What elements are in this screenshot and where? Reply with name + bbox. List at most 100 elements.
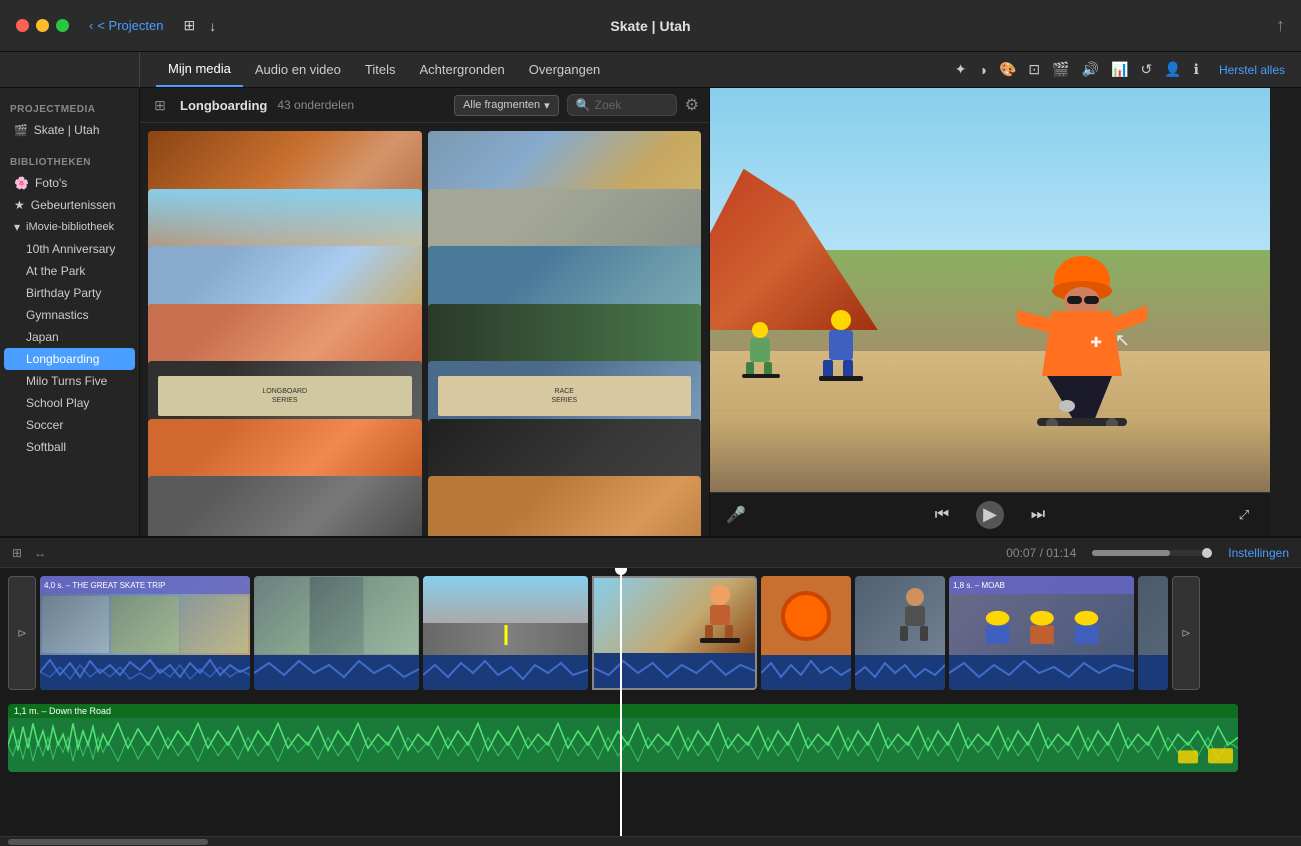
video-clip-partial[interactable]: [1138, 576, 1168, 690]
sidebar-item-school[interactable]: School Play: [4, 392, 135, 414]
crop-icon[interactable]: ⊡: [1028, 61, 1040, 78]
close-button[interactable]: [16, 19, 29, 32]
sidebar-item-10th[interactable]: 10th Anniversary: [4, 238, 135, 260]
color-correction-icon[interactable]: 🎨: [999, 61, 1016, 78]
info-icon[interactable]: ℹ: [1194, 61, 1199, 78]
timeline-settings-button[interactable]: Instellingen: [1228, 546, 1289, 560]
timeline-area: ⊞ ↔ 00:07 / 01:14 Instellingen ⊳ 4,0 s. …: [0, 536, 1301, 846]
tab-mijn-media[interactable]: Mijn media: [156, 52, 243, 87]
sidebar-item-gymnastics[interactable]: Gymnastics: [4, 304, 135, 326]
video-clip-5[interactable]: [761, 576, 851, 690]
audio-clip[interactable]: 1,1 m. – Down the Road: [8, 704, 1238, 772]
play-button[interactable]: ▶: [976, 501, 1004, 529]
sidebar-item-softball[interactable]: Softball: [4, 436, 135, 458]
traffic-lights: [16, 19, 69, 32]
preview-tools: ✦ ◑ 🎨 ⊡ 🎬 🔊 📊 ↺ 👤 ℹ Herstel alles: [939, 61, 1301, 78]
video-clip-7[interactable]: 1,8 s. – MOAB: [949, 576, 1134, 690]
video-track: ⊳ 4,0 s. – THE GREAT SKATE TRIP: [0, 568, 1301, 698]
sidebar-item-milo[interactable]: Milo Turns Five: [4, 370, 135, 392]
audio-clip-header: 1,1 m. – Down the Road: [8, 704, 1238, 718]
back-chevron-icon: ‹: [89, 18, 93, 33]
media-browser-controls: Alle fragmenten ▾ 🔍 Zoek ⚙: [454, 94, 699, 116]
minimize-button[interactable]: [36, 19, 49, 32]
settings-icon[interactable]: ⚙: [685, 95, 699, 115]
back-button[interactable]: ‹ < Projecten: [89, 18, 163, 33]
timeline-scrollbar[interactable]: [0, 836, 1301, 846]
sidebar-item-soccer[interactable]: Soccer: [4, 414, 135, 436]
tab-titels[interactable]: Titels: [353, 52, 408, 87]
sidebar-item-japan[interactable]: Japan: [4, 326, 135, 348]
project-media-header: PROJECTMEDIA: [0, 96, 139, 119]
filter-chevron-icon: ▾: [544, 99, 550, 112]
sidebar-item-fotos[interactable]: 🌸 Foto's: [4, 172, 135, 194]
media-browser: ⊞ Longboarding 43 onderdelen Alle fragme…: [140, 88, 710, 536]
video-clip-2[interactable]: [254, 576, 419, 690]
sidebar-item-imovie[interactable]: ▾ iMovie-bibliotheek: [4, 216, 135, 238]
stabilization-icon[interactable]: 🎬: [1052, 61, 1069, 78]
preview-video: ↖ ✚: [710, 88, 1270, 492]
track-end-button[interactable]: ⊳: [1172, 576, 1200, 690]
forward-button[interactable]: ⏭: [1024, 501, 1052, 529]
main-content: PROJECTMEDIA 🎬 Skate | Utah BIBLIOTHEKEN…: [0, 88, 1301, 536]
trim-cursor: ✚: [1090, 334, 1102, 351]
fotos-icon: 🌸: [14, 176, 29, 190]
timeline-tracks: ⊳ 4,0 s. – THE GREAT SKATE TRIP: [0, 568, 1301, 836]
imovie-chevron-icon: ▾: [14, 220, 20, 234]
titlebar-tools: ⊞ ↓: [183, 17, 216, 34]
media-browser-count: 43 onderdelen: [277, 98, 354, 112]
sidebar-item-park[interactable]: At the Park: [4, 260, 135, 282]
video-preview-bg: ↖ ✚: [710, 88, 1270, 492]
color-balance-icon[interactable]: ◑: [979, 62, 987, 78]
fullscreen-button[interactable]: ⤢: [1230, 501, 1258, 529]
playhead[interactable]: [620, 568, 622, 836]
thumbnail-item[interactable]: [148, 476, 422, 536]
tab-achtergronden[interactable]: Achtergronden: [407, 52, 516, 87]
titlebar: ‹ < Projecten ⊞ ↓ Skate | Utah ↑: [0, 0, 1301, 52]
window-title: Skate | Utah: [610, 18, 690, 34]
toolbar-left: [0, 52, 140, 87]
download-icon[interactable]: ↓: [209, 18, 216, 34]
audio-track: 1,1 m. – Down the Road: [0, 698, 1301, 778]
video-clip-4[interactable]: [592, 576, 757, 690]
tab-audio-video[interactable]: Audio en video: [243, 52, 353, 87]
clip-header-1: 4,0 s. – THE GREAT SKATE TRIP: [40, 576, 250, 594]
thumbnail-item[interactable]: [428, 476, 702, 536]
share-button[interactable]: ↑: [1276, 15, 1285, 36]
audio-eq-icon[interactable]: 📊: [1111, 61, 1128, 78]
timeline-header: ⊞ ↔ 00:07 / 01:14 Instellingen: [0, 538, 1301, 568]
layout-icon[interactable]: ⊞: [183, 17, 195, 34]
preview-panel: ↖ ✚ 🎤 ⏮ ▶ ⏭ ⤢: [710, 88, 1270, 536]
libraries-header: BIBLIOTHEKEN: [0, 149, 139, 172]
scrollbar-thumb[interactable]: [8, 839, 208, 845]
sidebar-item-project[interactable]: 🎬 Skate | Utah: [4, 119, 135, 141]
maximize-button[interactable]: [56, 19, 69, 32]
media-browser-title: Longboarding: [180, 98, 267, 113]
tab-overgangen[interactable]: Overgangen: [517, 52, 613, 87]
audio-waveform: [8, 718, 1238, 772]
sidebar-item-birthday[interactable]: Birthday Party: [4, 282, 135, 304]
volume-icon[interactable]: 🔊: [1082, 61, 1099, 78]
media-browser-header: ⊞ Longboarding 43 onderdelen Alle fragme…: [140, 88, 709, 123]
sidebar: PROJECTMEDIA 🎬 Skate | Utah BIBLIOTHEKEN…: [0, 88, 140, 536]
toolbar: Mijn media Audio en video Titels Achterg…: [0, 52, 1301, 88]
reset-all-button[interactable]: Herstel alles: [1219, 63, 1285, 77]
film-icon: 🎬: [14, 124, 28, 137]
rewind-button[interactable]: ⏮: [928, 501, 956, 529]
video-clip-3[interactable]: [423, 576, 588, 690]
sidebar-item-gebeurtenissen[interactable]: ★ Gebeurtenissen: [4, 194, 135, 216]
thumbnail-grid: LONGBOARDSERIES RACESERIES: [140, 123, 709, 536]
timeline-time: 00:07 / 01:14: [1006, 546, 1076, 560]
preview-controls: 🎤 ⏮ ▶ ⏭ ⤢: [710, 492, 1270, 536]
video-clip-1[interactable]: 4,0 s. – THE GREAT SKATE TRIP: [40, 576, 250, 690]
track-start-button[interactable]: ⊳: [8, 576, 36, 690]
filter-icon[interactable]: 👤: [1164, 61, 1181, 78]
auto-enhance-icon[interactable]: ✦: [955, 61, 967, 78]
share-icon: ↑: [1276, 15, 1285, 35]
sidebar-item-longboarding[interactable]: Longboarding: [4, 348, 135, 370]
video-clip-6[interactable]: [855, 576, 945, 690]
microphone-button[interactable]: 🎤: [722, 501, 750, 529]
filter-dropdown[interactable]: Alle fragmenten ▾: [454, 95, 559, 116]
speed-icon[interactable]: ↺: [1140, 61, 1152, 78]
grid-view-toggle[interactable]: ⊞: [150, 95, 170, 115]
media-search[interactable]: 🔍 Zoek: [567, 94, 677, 116]
